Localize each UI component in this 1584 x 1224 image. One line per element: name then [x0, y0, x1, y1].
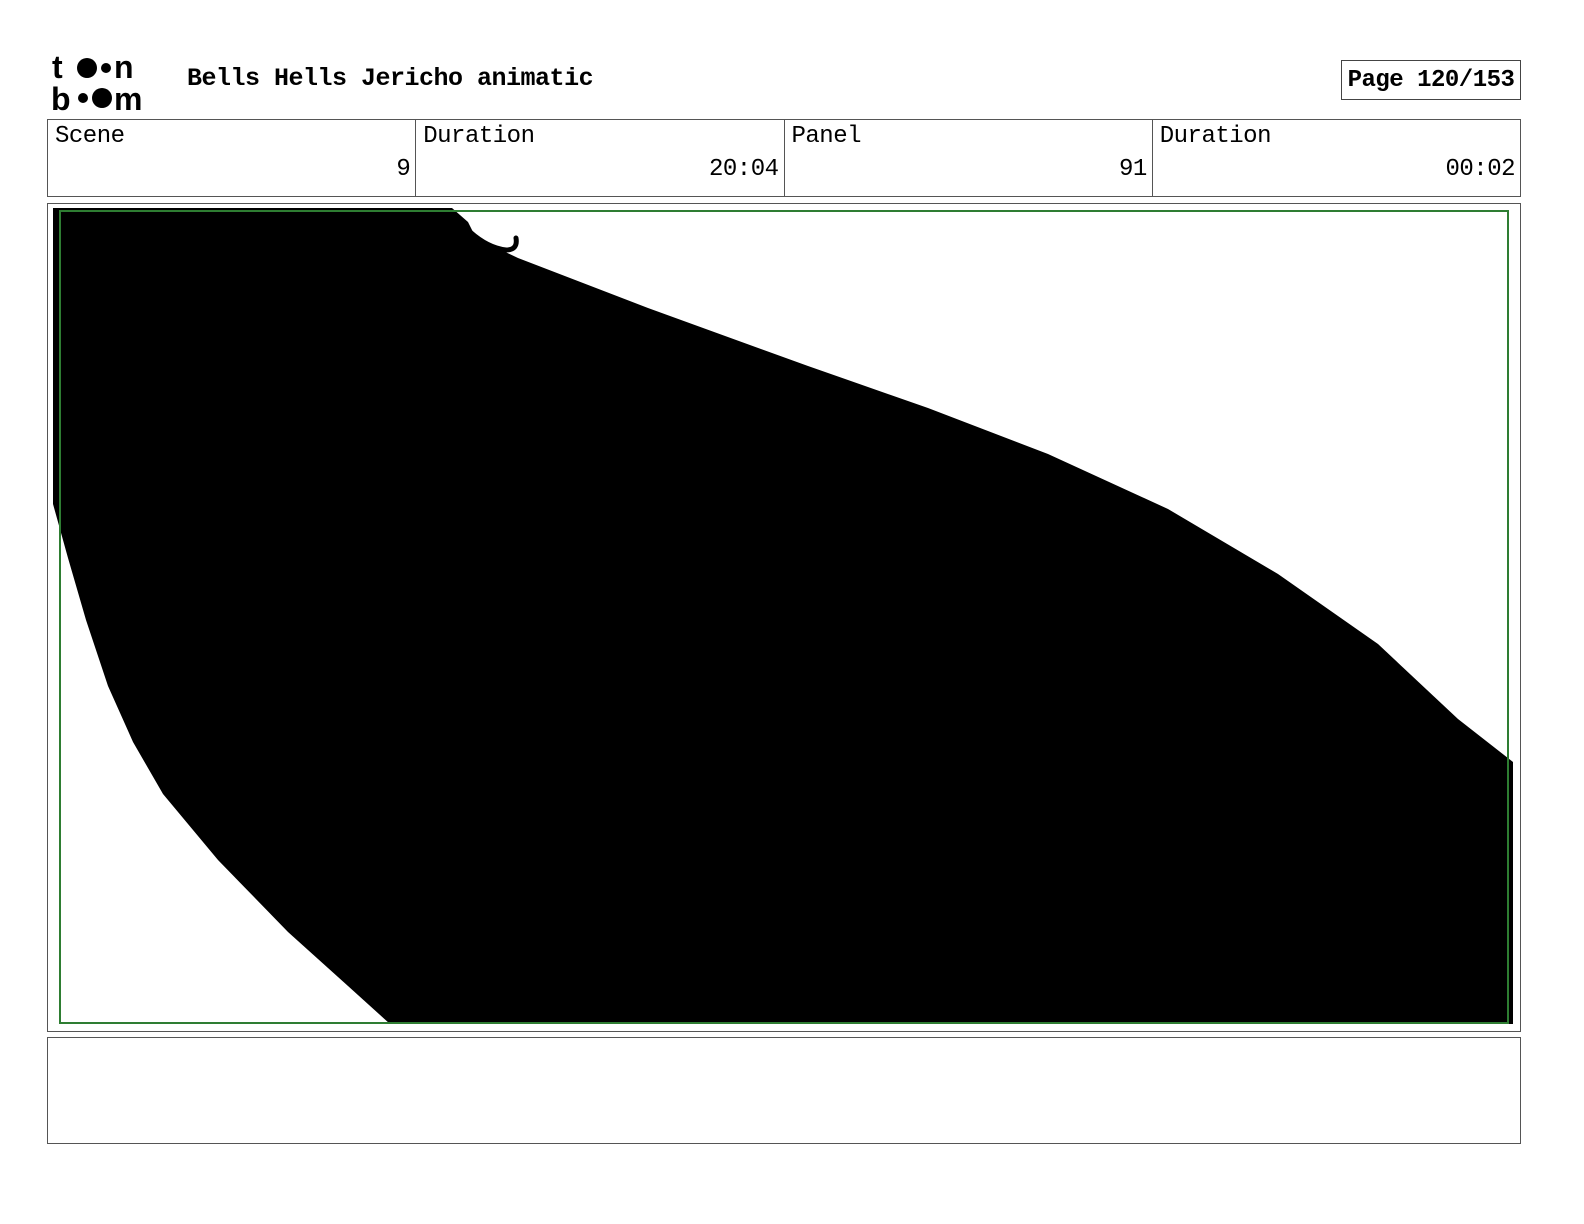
scene-duration-label: Duration	[423, 123, 535, 150]
scene-value: 9	[396, 156, 411, 183]
svg-text:m: m	[114, 81, 142, 112]
panel-duration-cell: Duration 00:02	[1153, 120, 1520, 196]
svg-text:b: b	[51, 81, 71, 112]
scene-duration-value: 20:04	[708, 156, 779, 183]
silhouette-shape	[53, 208, 1513, 1024]
panel-label: Panel	[791, 123, 862, 150]
panel-cell: Panel 91	[785, 120, 1153, 196]
panel-drawing	[53, 208, 1513, 1024]
page-number-text: Page 120/153	[1347, 66, 1515, 94]
toon-boom-logo: t n b m	[51, 50, 142, 112]
svg-text:t: t	[52, 50, 63, 85]
panel-info-row: Scene 9 Duration 20:04 Panel 91 Duration…	[47, 119, 1521, 197]
svg-text:n: n	[114, 50, 134, 85]
scene-duration-cell: Duration 20:04	[416, 120, 785, 196]
document-title: Bells Hells Jericho animatic	[187, 64, 594, 93]
notes-box	[47, 1037, 1521, 1144]
scene-cell: Scene 9	[48, 120, 417, 196]
page-number: Page 120/153	[1341, 60, 1521, 100]
scene-label: Scene	[55, 123, 125, 150]
panel-value: 91	[1118, 156, 1147, 183]
panel-duration-label: Duration	[1159, 123, 1272, 150]
panel-duration-value: 00:02	[1445, 156, 1515, 183]
storyboard-panel	[47, 203, 1521, 1032]
